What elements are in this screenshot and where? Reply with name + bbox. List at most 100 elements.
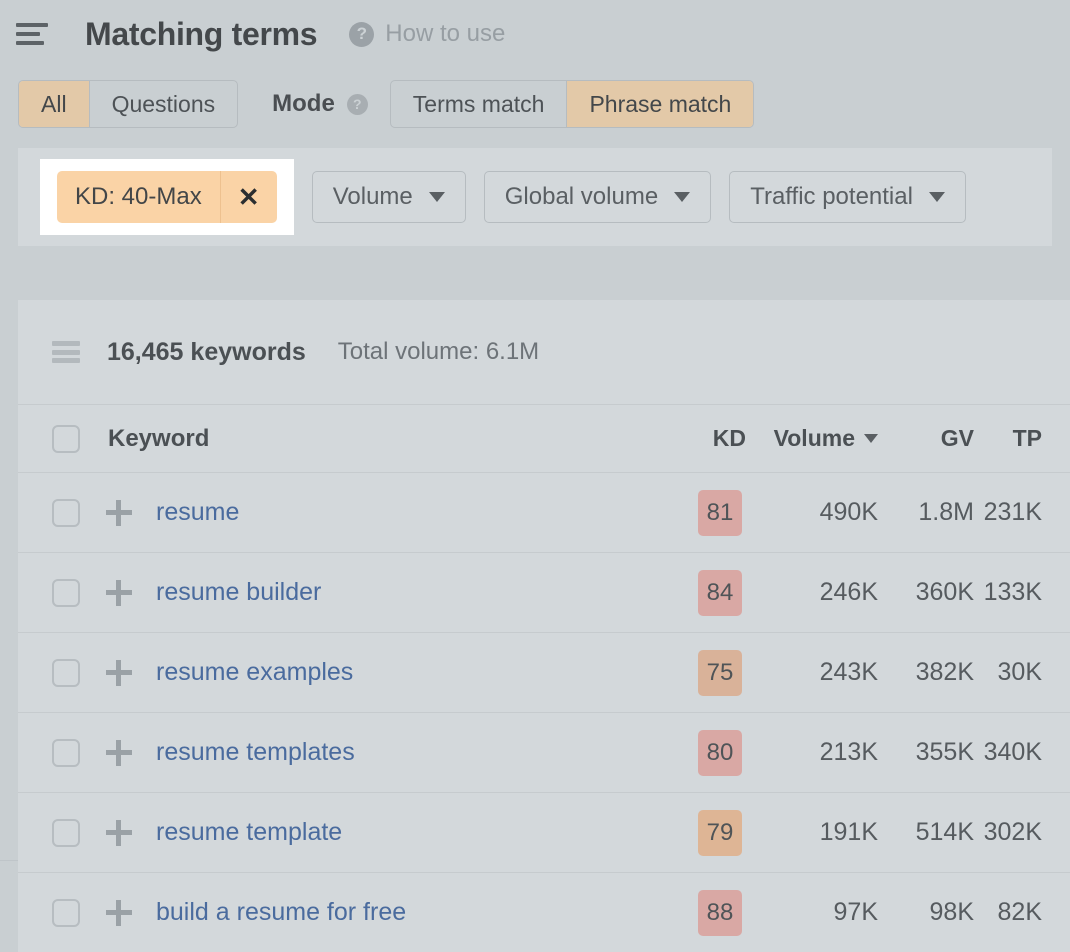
gv-value: 98K bbox=[878, 898, 974, 927]
keyword-link[interactable]: resume template bbox=[156, 818, 662, 847]
plus-icon[interactable] bbox=[106, 500, 132, 526]
mode-question-mark-icon[interactable]: ? bbox=[347, 94, 368, 115]
volume-value: 246K bbox=[746, 578, 878, 607]
row-checkbox[interactable] bbox=[52, 659, 80, 687]
chevron-down-icon bbox=[429, 192, 445, 202]
hamburger-menu-icon[interactable] bbox=[16, 21, 50, 47]
tp-value: 30K bbox=[974, 658, 1070, 687]
kd-badge: 84 bbox=[698, 570, 742, 616]
volume-value: 97K bbox=[746, 898, 878, 927]
how-to-use-label: How to use bbox=[385, 20, 505, 48]
results-panel: 16,465 keywords Total volume: 6.1M Keywo… bbox=[18, 300, 1070, 952]
select-all-checkbox[interactable] bbox=[52, 425, 80, 453]
summary-bar-1 bbox=[52, 341, 80, 346]
kd-cell: 81 bbox=[662, 490, 746, 536]
keyword-link[interactable]: resume builder bbox=[156, 578, 662, 607]
menu-bar-2 bbox=[16, 32, 40, 36]
table-row[interactable]: resume template79191K514K302K bbox=[18, 793, 1070, 873]
tab-all[interactable]: All bbox=[19, 81, 90, 127]
filter-traffic-potential-label: Traffic potential bbox=[750, 183, 913, 211]
keyword-count: 16,465 keywords bbox=[107, 338, 306, 367]
left-gutter bbox=[0, 300, 18, 952]
row-checkbox[interactable] bbox=[52, 499, 80, 527]
kd-badge: 88 bbox=[698, 890, 742, 936]
chevron-down-icon bbox=[674, 192, 690, 202]
keyword-link[interactable]: resume bbox=[156, 498, 662, 527]
row-checkbox[interactable] bbox=[52, 819, 80, 847]
table-header-row: Keyword KD Volume GV TP bbox=[18, 405, 1070, 473]
summary-bar-2 bbox=[52, 350, 80, 355]
plus-icon[interactable] bbox=[106, 820, 132, 846]
volume-value: 243K bbox=[746, 658, 878, 687]
mode-phrase-match[interactable]: Phrase match bbox=[567, 81, 753, 127]
menu-bar-1 bbox=[16, 23, 48, 27]
summary-bar-3 bbox=[52, 358, 80, 363]
chevron-down-icon bbox=[929, 192, 945, 202]
keyword-link[interactable]: resume examples bbox=[156, 658, 662, 687]
row-checkbox[interactable] bbox=[52, 579, 80, 607]
list-view-icon[interactable] bbox=[52, 341, 80, 363]
gv-value: 1.8M bbox=[878, 498, 974, 527]
kd-badge: 80 bbox=[698, 730, 742, 776]
tab-questions[interactable]: Questions bbox=[90, 81, 238, 127]
volume-value: 213K bbox=[746, 738, 878, 767]
table-body: resume 81490K1.8M231K resume builder 84246K… bbox=[18, 473, 1070, 952]
kd-cell: 88 bbox=[662, 890, 746, 936]
kd-badge: 79 bbox=[698, 810, 742, 856]
row-checkbox[interactable] bbox=[52, 739, 80, 767]
table-row[interactable]: resume examples75243K382K30K bbox=[18, 633, 1070, 713]
volume-value: 490K bbox=[746, 498, 878, 527]
total-volume: Total volume: 6.1M bbox=[338, 338, 539, 366]
column-header-keyword[interactable]: Keyword bbox=[108, 425, 662, 453]
how-to-use-link[interactable]: ? How to use bbox=[349, 20, 505, 48]
kd-badge: 81 bbox=[698, 490, 742, 536]
table-row[interactable]: build a resume for free 8897K98K82K bbox=[18, 873, 1070, 952]
filter-volume[interactable]: Volume bbox=[312, 171, 466, 223]
filter-global-volume[interactable]: Global volume bbox=[484, 171, 711, 223]
tp-value: 340K bbox=[974, 738, 1070, 767]
tp-value: 82K bbox=[974, 898, 1070, 927]
plus-icon[interactable] bbox=[106, 580, 132, 606]
volume-value: 191K bbox=[746, 818, 878, 847]
matching-terms-page: Matching terms ? How to use All Question… bbox=[0, 0, 1070, 952]
filter-traffic-potential[interactable]: Traffic potential bbox=[729, 171, 966, 223]
table-row[interactable]: resume 81490K1.8M231K bbox=[18, 473, 1070, 553]
chevron-down-icon bbox=[864, 434, 878, 443]
gutter-divider bbox=[0, 860, 18, 861]
menu-bar-3 bbox=[16, 41, 44, 45]
kd-badge: 75 bbox=[698, 650, 742, 696]
tp-value: 133K bbox=[974, 578, 1070, 607]
close-x-icon[interactable]: ✕ bbox=[221, 171, 277, 223]
filter-volume-label: Volume bbox=[333, 183, 413, 211]
page-header: Matching terms ? How to use bbox=[0, 0, 1070, 68]
column-header-tp[interactable]: TP bbox=[974, 425, 1070, 452]
table-row[interactable]: resume templates 80213K355K340K bbox=[18, 713, 1070, 793]
column-header-gv[interactable]: GV bbox=[878, 425, 974, 452]
plus-icon[interactable] bbox=[106, 900, 132, 926]
kd-cell: 75 bbox=[662, 650, 746, 696]
keyword-link[interactable]: resume templates bbox=[156, 738, 662, 767]
column-header-kd[interactable]: KD bbox=[662, 425, 746, 452]
kd-cell: 84 bbox=[662, 570, 746, 616]
gv-value: 355K bbox=[878, 738, 974, 767]
kd-cell: 79 bbox=[662, 810, 746, 856]
keyword-link[interactable]: build a resume for free bbox=[156, 898, 662, 927]
kd-cell: 80 bbox=[662, 730, 746, 776]
filter-global-volume-label: Global volume bbox=[505, 183, 658, 211]
match-mode-segmented-control: Terms match Phrase match bbox=[390, 80, 755, 128]
gv-value: 360K bbox=[878, 578, 974, 607]
page-title: Matching terms bbox=[85, 16, 317, 53]
mode-terms-match[interactable]: Terms match bbox=[391, 81, 568, 127]
plus-icon[interactable] bbox=[106, 660, 132, 686]
kd-filter-chip[interactable]: KD: 40-Max ✕ bbox=[57, 171, 277, 223]
kd-filter-label[interactable]: KD: 40-Max bbox=[57, 171, 221, 223]
tp-value: 231K bbox=[974, 498, 1070, 527]
table-row[interactable]: resume builder 84246K360K133K bbox=[18, 553, 1070, 633]
mode-label: Mode bbox=[272, 90, 335, 118]
row-checkbox[interactable] bbox=[52, 899, 80, 927]
filter-bar: KD: 40-Max ✕ Volume Global volume Traffi… bbox=[18, 148, 1052, 246]
column-header-volume[interactable]: Volume bbox=[746, 425, 878, 452]
plus-icon[interactable] bbox=[106, 740, 132, 766]
keyword-type-segmented-control: All Questions bbox=[18, 80, 238, 128]
column-header-volume-label: Volume bbox=[774, 425, 855, 452]
